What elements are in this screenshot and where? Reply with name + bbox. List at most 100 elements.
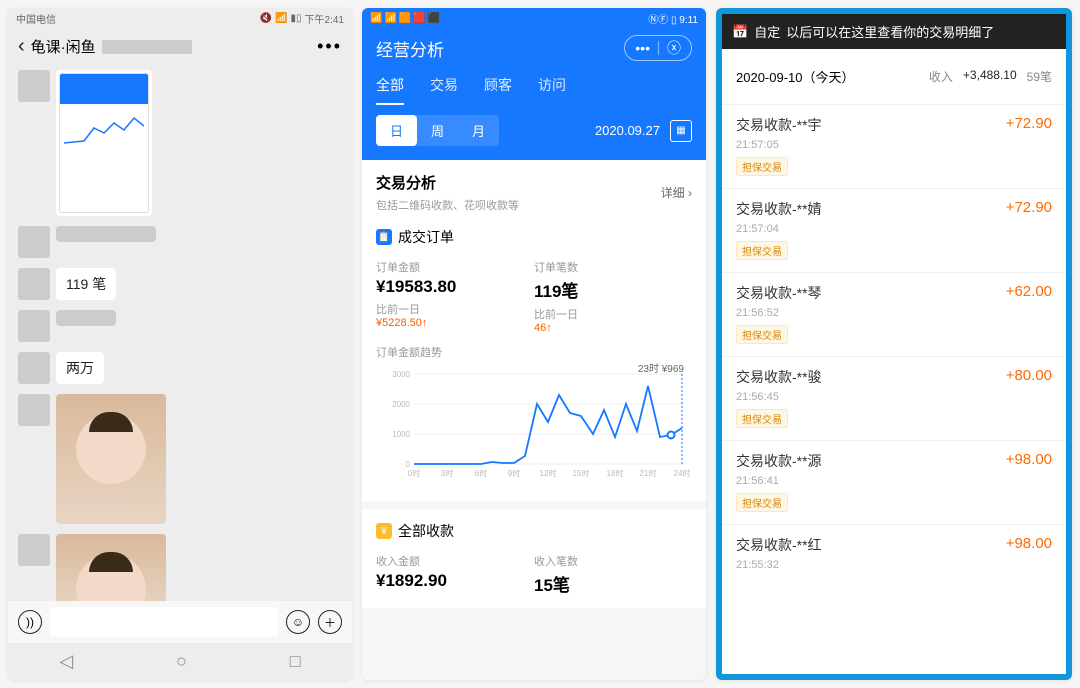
avatar[interactable]: [18, 310, 50, 342]
income-cnt-value: 15笔: [534, 571, 692, 596]
section-title: 全部收款: [398, 521, 454, 541]
amount-label: 订单金额: [376, 259, 534, 275]
photo-bubble[interactable]: [56, 534, 166, 601]
category-tabs: 全部 交易 顾客 访问: [376, 75, 692, 105]
tx-time: 21:55:32: [736, 559, 1052, 571]
battery-icon: ▮▯: [291, 13, 302, 24]
trade-analysis-card: 交易分析 包括二维码收款、花呗收款等 详细 › 📋 成交订单 订单金额 ¥195…: [362, 160, 706, 509]
card-subtitle: 包括二维码收款、花呗收款等: [376, 197, 519, 213]
image-bubble[interactable]: [56, 70, 152, 216]
nav-recent-icon[interactable]: □: [290, 651, 301, 672]
payer-name: 交易收款-**琴: [736, 283, 822, 303]
tab-trade[interactable]: 交易: [430, 75, 458, 105]
avatar[interactable]: [18, 268, 50, 300]
redacted-bubble: [56, 226, 156, 242]
summary-amount: +3,488.10: [963, 68, 1017, 85]
message-list[interactable]: 119 笔 两万: [8, 64, 352, 601]
coins-icon: ¥: [376, 523, 392, 539]
transaction-list[interactable]: 交易收款-**宇+72.90 21:57:05 担保交易 交易收款-**婧+72…: [722, 104, 1066, 674]
line-chart-svg: 0100020003000 0时3时6时9时12时15时18时21时24时: [376, 364, 692, 484]
order-icon: 📋: [376, 229, 392, 245]
day-summary: 2020-09-10（今天） 收入 +3,488.10 59笔: [722, 49, 1066, 104]
section-title: 成交订单: [398, 227, 454, 247]
tx-amount: +72.90: [1006, 115, 1052, 135]
plus-icon[interactable]: ＋: [318, 610, 342, 634]
chat-inputbar: )) ☺ ＋: [8, 601, 352, 643]
phone-wechat: 中国电信 🔇 📶 ▮▯ 下午2:41 ‹ 龟课·闲鱼 •••: [8, 8, 352, 680]
seg-week[interactable]: 周: [417, 115, 458, 146]
calendar-icon[interactable]: ▦: [670, 120, 692, 142]
tx-time: 21:56:41: [736, 475, 1052, 487]
svg-text:6时: 6时: [475, 468, 487, 478]
svg-text:9时: 9时: [508, 468, 520, 478]
svg-text:12时: 12时: [540, 468, 557, 478]
svg-text:15时: 15时: [573, 468, 590, 478]
list-item[interactable]: 交易收款-**源+98.00 21:56:41 担保交易: [722, 440, 1066, 524]
mute-icon: 🔇: [260, 13, 272, 24]
redacted-bubble: [56, 310, 116, 326]
count-label: 订单笔数: [534, 259, 692, 275]
text-bubble[interactable]: 119 笔: [56, 268, 116, 300]
more-icon[interactable]: •••: [317, 36, 342, 57]
svg-text:21时: 21时: [640, 468, 657, 478]
count-value: 119笔: [534, 277, 692, 302]
text-bubble[interactable]: 两万: [56, 352, 104, 384]
back-icon[interactable]: ‹: [18, 35, 25, 58]
message: [18, 394, 342, 524]
avatar[interactable]: [18, 70, 50, 102]
avatar[interactable]: [18, 394, 50, 426]
delta-amount: ¥5228.50↑: [376, 317, 427, 329]
message: [18, 70, 342, 216]
chart-title: 订单金额趋势: [376, 344, 692, 360]
message: 两万: [18, 352, 342, 384]
status-bar: 中国电信 🔇 📶 ▮▯ 下午2:41: [8, 8, 352, 29]
nav-back-icon[interactable]: ◁: [59, 651, 73, 672]
seg-day[interactable]: 日: [376, 115, 417, 146]
voice-icon[interactable]: )): [18, 610, 42, 634]
message-input[interactable]: [50, 607, 278, 637]
tx-amount: +98.00: [1006, 535, 1052, 555]
tx-time: 21:56:45: [736, 391, 1052, 403]
emoji-icon[interactable]: ☺: [286, 610, 310, 634]
avatar[interactable]: [18, 352, 50, 384]
payer-name: 交易收款-**宇: [736, 115, 822, 135]
period-segment: 日 周 月: [376, 115, 499, 146]
avatar[interactable]: [18, 226, 50, 258]
list-item[interactable]: 交易收款-**琴+62.00 21:56:52 担保交易: [722, 272, 1066, 356]
calendar-icon: 📅: [732, 24, 748, 40]
payer-name: 交易收款-**婧: [736, 199, 822, 219]
status-left: 📶📶🟧🟥⬛: [370, 13, 442, 24]
tx-tag: 担保交易: [736, 241, 788, 260]
avatar[interactable]: [18, 534, 50, 566]
status-right: 🔇 📶 ▮▯ 下午2:41: [260, 11, 344, 26]
tab-all[interactable]: 全部: [376, 75, 404, 105]
delta-count: 46↑: [534, 322, 552, 334]
date-display[interactable]: 2020.09.27: [595, 123, 660, 138]
chat-navbar: ‹ 龟课·闲鱼 •••: [8, 29, 352, 64]
more-icon[interactable]: •••: [635, 40, 650, 56]
tx-time: 21:57:04: [736, 223, 1052, 235]
list-item[interactable]: 交易收款-**宇+72.90 21:57:05 担保交易: [722, 104, 1066, 188]
redacted-text: [102, 40, 192, 54]
income-amt-label: 收入金额: [376, 553, 534, 569]
svg-text:3000: 3000: [392, 370, 410, 379]
status-bar: 📶📶🟧🟥⬛ ⓃⒻ ▯ 9:11: [362, 8, 706, 29]
photo-bubble[interactable]: [56, 394, 166, 524]
tx-amount: +80.00: [1006, 367, 1052, 387]
list-item[interactable]: 交易收款-**骏+80.00 21:56:45 担保交易: [722, 356, 1066, 440]
close-icon[interactable]: ⓧ: [667, 38, 681, 58]
income-card: ¥ 全部收款 收入金额 ¥1892.90 收入笔数 15笔: [362, 509, 706, 616]
message: [18, 310, 342, 342]
phone-transactions: 📅 自定 以后可以在这里查看你的交易明细了 2020-09-10（今天） 收入 …: [716, 8, 1072, 680]
content-body[interactable]: 交易分析 包括二维码收款、花呗收款等 详细 › 📋 成交订单 订单金额 ¥195…: [362, 160, 706, 680]
list-item[interactable]: 交易收款-**红+98.00 21:55:32: [722, 524, 1066, 583]
detail-link[interactable]: 详细 ›: [661, 184, 692, 201]
list-item[interactable]: 交易收款-**婧+72.90 21:57:04 担保交易: [722, 188, 1066, 272]
tx-amount: +62.00: [1006, 283, 1052, 303]
tab-customer[interactable]: 顾客: [484, 75, 512, 105]
page-header: 经营分析 ••• ⓧ 全部 交易 顾客 访问 日 周 月 2020.09.27 …: [362, 29, 706, 160]
nav-home-icon[interactable]: ○: [176, 651, 187, 672]
svg-text:0: 0: [406, 460, 411, 469]
tab-visit[interactable]: 访问: [538, 75, 566, 105]
seg-month[interactable]: 月: [458, 115, 499, 146]
